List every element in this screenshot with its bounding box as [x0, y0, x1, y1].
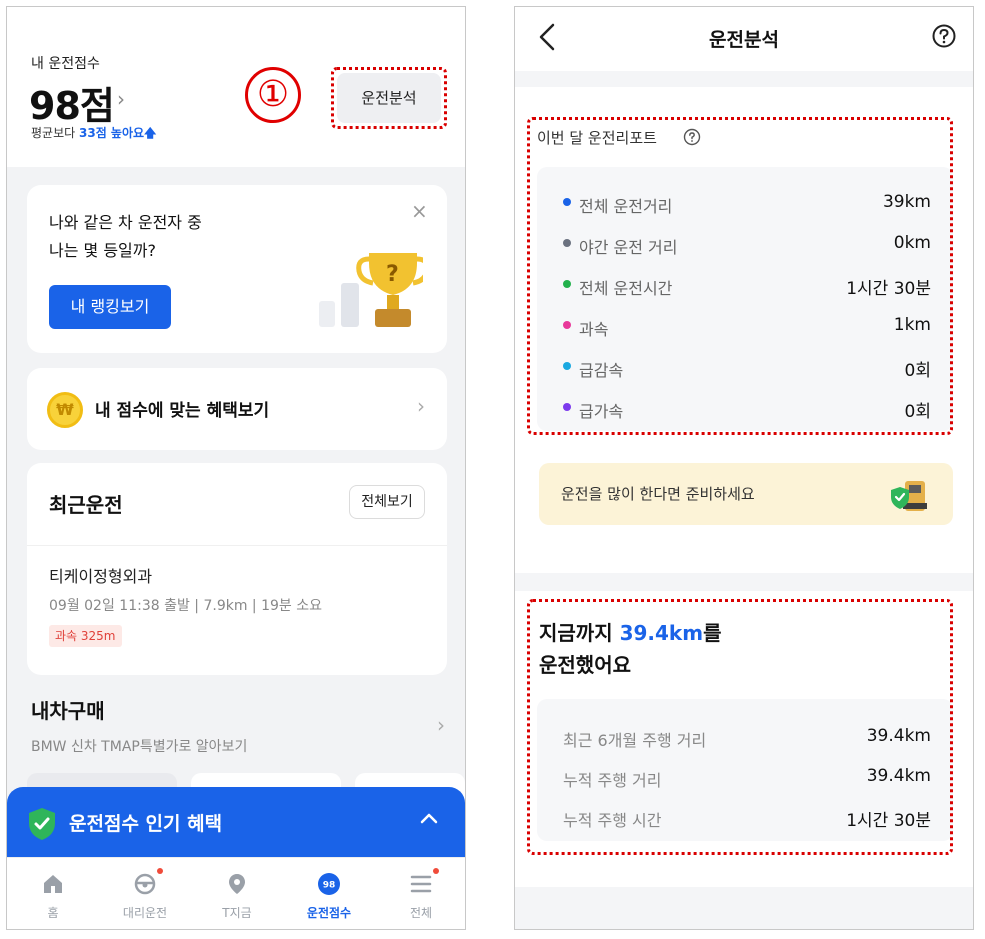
steering-wheel-icon — [134, 873, 156, 895]
svg-text:?: ? — [386, 262, 399, 287]
benefit-card[interactable]: ₩ 내 점수에 맞는 혜택보기 › — [27, 368, 447, 450]
home-screen: 내 운전점수 98점 › 평균보다 33점 높아요🡅 ① 운전분석 나와 같은 … — [6, 6, 466, 930]
driving-analysis-button[interactable]: 운전분석 — [337, 73, 441, 123]
recent-title: 최근운전 — [49, 493, 123, 517]
chevron-right-icon[interactable]: › — [437, 713, 445, 737]
score-compare: 평균보다 33점 높아요🡅 — [31, 124, 156, 145]
insurance-tip-banner[interactable]: 운전을 많이 한다면 준비하세요 — [539, 463, 953, 525]
trip-meta: 09월 02일 11:38 출발 | 7.9km | 19분 소요 — [49, 598, 322, 614]
highlight-box — [527, 599, 953, 855]
tab-t-now[interactable]: T지금 — [191, 858, 283, 929]
close-icon[interactable]: × — [411, 199, 428, 223]
car-buy-title[interactable]: 내차구매 — [31, 695, 105, 724]
menu-icon — [410, 875, 432, 893]
bottom-tab-bar: 홈 대리운전 T지금 98 운전점수 전체 — [7, 857, 465, 929]
chevron-right-icon[interactable]: › — [117, 87, 125, 111]
chevron-right-icon: › — [417, 394, 425, 418]
tab-all[interactable]: 전체 — [375, 858, 465, 929]
popular-benefits-bar[interactable]: 운전점수 인기 혜택 — [7, 787, 465, 867]
trip-destination[interactable]: 티케이정형외과 — [49, 563, 152, 587]
recent-driving-card: 최근운전 전체보기 티케이정형외과 09월 02일 11:38 출발 | 7.9… — [27, 463, 447, 675]
home-icon — [44, 875, 62, 893]
benefit-label: 내 점수에 맞는 혜택보기 — [95, 401, 270, 421]
notification-dot — [157, 868, 163, 874]
tab-designated-driver[interactable]: 대리운전 — [99, 858, 191, 929]
ranking-card: 나와 같은 차 운전자 중 나는 몇 등일까? × 내 랭킹보기 ? — [27, 185, 447, 353]
compare-value: 33점 높아요 — [79, 126, 145, 140]
help-icon[interactable] — [931, 23, 957, 49]
my-ranking-button[interactable]: 내 랭킹보기 — [49, 285, 171, 329]
tab-score-badge: 98 — [323, 881, 336, 891]
see-all-button[interactable]: 전체보기 — [349, 485, 425, 519]
page-title: 운전분석 — [709, 29, 779, 51]
score-gauge-icon: 98 — [318, 873, 340, 895]
trophy-icon: ? — [319, 253, 423, 327]
compare-prefix: 평균보다 — [31, 126, 76, 140]
score-header: 내 운전점수 98점 › 평균보다 33점 높아요🡅 ① 운전분석 — [7, 7, 465, 167]
tip-text: 운전을 많이 한다면 준비하세요 — [561, 485, 755, 503]
won-coin-icon: ₩ — [47, 392, 83, 428]
speeding-badge: 과속 325m — [49, 625, 122, 647]
tab-home[interactable]: 홈 — [7, 858, 99, 929]
driving-analysis-screen: 운전분석 이번 달 운전리포트 전체 운전거리 39km 야간 운전 거리 0k… — [514, 6, 974, 930]
divider — [27, 545, 447, 546]
chevron-up-icon[interactable] — [415, 805, 443, 833]
annotation-number: ① — [245, 67, 301, 123]
notification-dot — [433, 868, 439, 874]
arrow-up-icon: 🡅 — [144, 126, 157, 140]
map-pin-icon — [229, 874, 245, 894]
score-value[interactable]: 98점 — [29, 75, 115, 130]
tab-label: 홈 — [47, 906, 59, 920]
top-nav: 운전분석 — [515, 7, 973, 71]
shield-check-icon — [29, 808, 55, 840]
tab-label: 운전점수 — [306, 906, 352, 920]
tab-label: 대리운전 — [122, 906, 168, 920]
tab-driving-score[interactable]: 98 운전점수 — [283, 858, 375, 929]
popular-benefits-label: 운전점수 인기 혜택 — [69, 813, 223, 835]
tab-label: 전체 — [409, 906, 433, 920]
highlight-box — [527, 117, 953, 435]
tab-label: T지금 — [222, 906, 252, 920]
shield-car-icon — [891, 481, 927, 511]
score-label: 내 운전점수 — [31, 56, 100, 72]
ranking-text: 나와 같은 차 운전자 중 나는 몇 등일까? — [49, 213, 202, 260]
car-buy-subtitle: BMW 신차 TMAP특별가로 알아보기 — [31, 739, 248, 755]
